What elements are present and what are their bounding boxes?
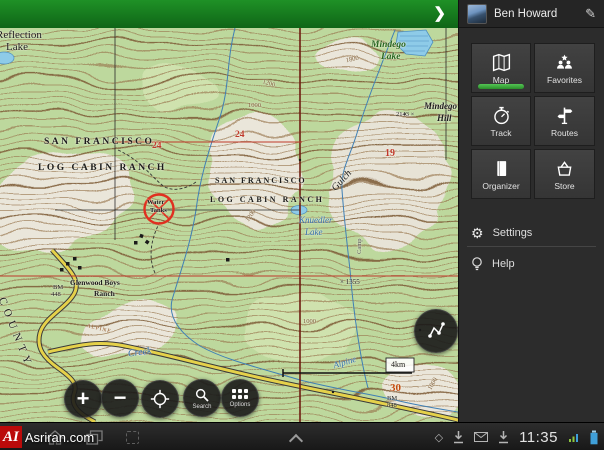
zoom-out-button[interactable]: − (101, 379, 139, 417)
gps-status-icon: ◇ (435, 431, 443, 444)
map-label-mindego-lake: Lake (381, 53, 401, 63)
map-grid-number-24a: 24 (152, 142, 162, 152)
map-contour-1000a: 1000 (248, 103, 261, 110)
map-label-knuedler-lake: Lake (305, 228, 323, 237)
map-label-knuedler: Knuedler (299, 216, 333, 225)
map-label-log-cabin-ranch-1: LOG CABIN RANCH (38, 164, 167, 174)
map-bm-848-b: 848 (387, 403, 397, 410)
sidebar: Ben Howard ✎ Map Favorites (458, 0, 604, 422)
map-label-log-cabin-ranch-2: LOG CABIN RANCH (210, 196, 324, 204)
android-status-bar: AI Asriran.com ◇ 11:35 (0, 422, 604, 450)
map-bm-448-b: 448 (51, 292, 61, 299)
favorites-icon (554, 52, 575, 73)
topo-map-canvas (0, 28, 458, 422)
search-button[interactable]: Search (183, 379, 221, 417)
profile-name: Ben Howard (494, 8, 578, 20)
map-label-glenwood-ranch: Ranch (94, 290, 115, 298)
menu-item-track-label: Track (491, 128, 512, 138)
map-label-mindego-hill-1: Mindego (424, 102, 457, 111)
edit-profile-icon[interactable]: ✎ (585, 6, 596, 22)
help-label: Help (492, 258, 515, 270)
map-grid-number-24b: 24 (235, 131, 245, 141)
map-label-spot-2143: 2143 × (396, 112, 414, 119)
map-label-san-francisco-1: SAN FRANCISCO (44, 138, 154, 148)
menu-item-routes-label: Routes (551, 128, 578, 138)
map-label-camp: Camp (357, 238, 364, 254)
mail-icon (474, 432, 488, 442)
map-label-mindego: Mindego (371, 41, 406, 51)
minus-icon: − (114, 387, 127, 409)
crosshair-icon (149, 388, 171, 410)
menu-item-favorites-label: Favorites (547, 75, 582, 85)
map-viewport[interactable]: ❯ Reflection Lake SAN FRANCISCO LOG CABI… (0, 0, 458, 422)
menu-item-map[interactable]: Map (471, 43, 531, 93)
watermark-text: Asriran.com (25, 430, 94, 445)
watermark-logo: AI (0, 426, 22, 448)
map-label-tanks: Tanks (150, 208, 167, 215)
route-tool-button[interactable] (414, 309, 458, 353)
signpost-icon (554, 105, 575, 126)
menu-item-track[interactable]: Track (471, 96, 531, 146)
signal-icon (568, 431, 580, 443)
menu-item-organizer[interactable]: Organizer (471, 149, 531, 199)
banner-expand-chevron-icon[interactable]: ❯ (433, 4, 446, 22)
system-tray[interactable]: ◇ 11:35 (435, 423, 598, 450)
ad-banner[interactable]: ❯ (0, 0, 458, 28)
statusbar-expand-chevron-icon[interactable] (289, 434, 303, 448)
menu-item-routes[interactable]: Routes (534, 96, 595, 146)
options-button[interactable]: Options (221, 379, 259, 417)
map-spot-1355: × 1355 (340, 279, 360, 286)
map-grid-number-19: 19 (385, 149, 395, 159)
grid-menu-icon (232, 389, 248, 401)
menu-item-store[interactable]: Store (534, 149, 595, 199)
organizer-book-icon (491, 158, 512, 179)
active-indicator (478, 84, 524, 89)
gear-icon: ⚙ (471, 226, 484, 240)
map-label-san-francisco-2: SAN FRANCISCO (215, 177, 307, 185)
screenshot-icon[interactable] (126, 431, 139, 444)
avatar[interactable] (467, 4, 487, 24)
locate-button[interactable] (141, 380, 179, 418)
map-grid-number-30: 30 (390, 383, 401, 394)
options-button-label: Options (230, 402, 251, 408)
menu-item-map-label: Map (493, 75, 510, 85)
zoom-in-button[interactable]: + (64, 380, 102, 418)
store-basket-icon (554, 158, 575, 179)
help-item[interactable]: Help (459, 252, 604, 276)
menu-item-store-label: Store (554, 181, 574, 191)
profile-header[interactable]: Ben Howard ✎ (459, 0, 604, 28)
map-icon (491, 52, 512, 73)
settings-item[interactable]: ⚙ Settings (459, 221, 604, 245)
map-label-reflection-lake: Lake (6, 42, 28, 53)
search-button-label: Search (192, 404, 211, 410)
battery-icon (590, 430, 598, 445)
map-label-mindego-hill-2: Hill (437, 114, 452, 123)
stopwatch-icon (491, 105, 512, 126)
sidebar-divider (467, 246, 596, 247)
menu-grid: Map Favorites Track (471, 43, 595, 199)
search-icon (194, 387, 210, 403)
map-label-glenwood-boys: Glenwood Boys (70, 279, 120, 287)
menu-item-organizer-label: Organizer (482, 181, 519, 191)
lightbulb-icon (471, 257, 483, 272)
screen: { "banner": { "chevron": "❯" }, "profile… (0, 0, 604, 450)
route-path-icon (424, 319, 448, 343)
download-icon-2 (498, 431, 509, 444)
download-icon (453, 431, 464, 444)
map-scale-label: 4km (391, 361, 405, 369)
watermark: AI Asriran.com (0, 425, 94, 449)
clock[interactable]: 11:35 (519, 429, 558, 446)
map-label-water: Water (147, 200, 164, 207)
menu-item-favorites[interactable]: Favorites (534, 43, 595, 93)
map-label-reflection: Reflection (0, 30, 42, 41)
plus-icon: + (77, 388, 90, 410)
settings-label: Settings (493, 227, 533, 239)
map-contour-1000b: 1000 (303, 319, 316, 326)
